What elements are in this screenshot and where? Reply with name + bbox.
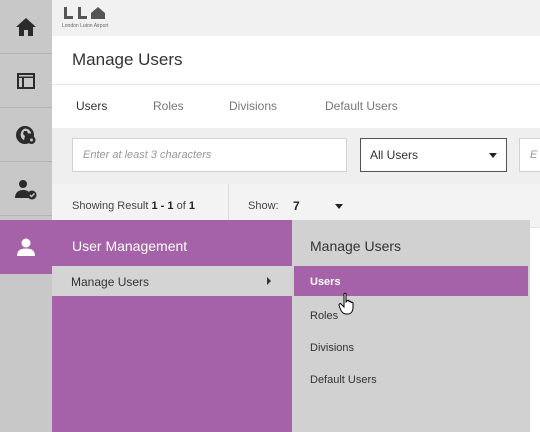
manage-users-submenu: Manage Users Users Roles Divisions Defau… bbox=[292, 220, 530, 432]
tab-users[interactable]: Users bbox=[76, 99, 107, 113]
user-management-menu: User Management Manage Users bbox=[52, 220, 292, 432]
results-of: of bbox=[176, 200, 186, 212]
menu-header: User Management bbox=[72, 238, 188, 254]
rail-user[interactable] bbox=[0, 220, 52, 274]
tab-roles[interactable]: Roles bbox=[153, 99, 184, 113]
submenu-item-label: Users bbox=[310, 276, 341, 288]
search-placeholder: Enter at least 3 characters bbox=[83, 149, 212, 161]
tab-default-users[interactable]: Default Users bbox=[325, 99, 398, 113]
secondary-filter-placeholder: E bbox=[530, 149, 538, 161]
page-size-value[interactable]: 7 bbox=[293, 199, 300, 213]
user-icon bbox=[17, 238, 35, 256]
user-filter-value: All Users bbox=[370, 148, 419, 162]
results-summary: Showing Result 1 - 1 of 1 bbox=[72, 200, 195, 212]
submenu-item-default-users[interactable]: Default Users bbox=[294, 364, 528, 394]
chevron-down-icon bbox=[489, 152, 497, 158]
globe-settings-icon bbox=[16, 125, 36, 144]
logo-mark bbox=[64, 7, 105, 19]
submenu-item-label: Divisions bbox=[310, 342, 355, 354]
icon-rail bbox=[0, 0, 52, 432]
results-total: 1 bbox=[188, 200, 195, 212]
submenu-item-divisions[interactable]: Divisions bbox=[294, 332, 528, 362]
hand-cursor-icon bbox=[338, 292, 354, 315]
user-filter-select[interactable]: All Users bbox=[360, 138, 507, 172]
rail-globe-settings[interactable] bbox=[0, 108, 52, 162]
page-size-label: Show: bbox=[248, 200, 279, 212]
tab-bar: Users Roles Divisions Default Users bbox=[52, 84, 540, 128]
user-check-icon bbox=[15, 179, 37, 199]
results-range: 1 - 1 bbox=[151, 200, 174, 212]
rail-home[interactable] bbox=[0, 0, 52, 54]
home-icon bbox=[16, 17, 36, 36]
secondary-filter-input[interactable]: E bbox=[519, 138, 540, 172]
tab-divisions[interactable]: Divisions bbox=[229, 99, 277, 113]
layout-icon bbox=[17, 72, 35, 89]
submenu-header: Manage Users bbox=[310, 238, 402, 254]
rail-user-check[interactable] bbox=[0, 162, 52, 216]
luton-airport-logo[interactable]: London Luton Airport bbox=[62, 6, 122, 32]
search-input[interactable]: Enter at least 3 characters bbox=[72, 138, 347, 172]
page-title: Manage Users bbox=[72, 50, 183, 69]
submenu-item-label: Roles bbox=[310, 310, 339, 322]
brand-bar: London Luton Airport bbox=[52, 0, 540, 36]
chevron-right-icon bbox=[267, 277, 271, 285]
logo-caption: London Luton Airport bbox=[62, 23, 109, 29]
submenu-item-roles[interactable]: Roles bbox=[294, 300, 528, 330]
chevron-down-icon[interactable] bbox=[335, 204, 343, 209]
rail-layout[interactable] bbox=[0, 54, 52, 108]
menu-item-label: Manage Users bbox=[71, 275, 150, 289]
filter-bar: Enter at least 3 characters All Users E bbox=[52, 128, 540, 184]
menu-item-manage-users[interactable]: Manage Users bbox=[52, 266, 292, 296]
submenu-item-label: Default Users bbox=[310, 374, 377, 386]
results-prefix: Showing Result bbox=[72, 200, 149, 212]
submenu-item-users[interactable]: Users bbox=[294, 266, 528, 296]
